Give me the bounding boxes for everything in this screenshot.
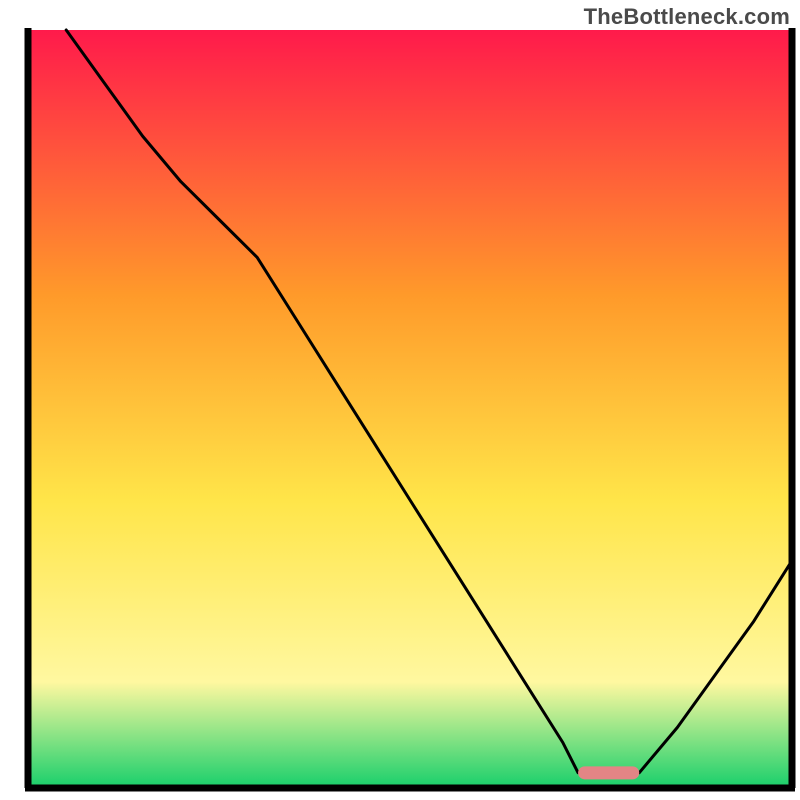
bottleneck-chart (0, 0, 800, 800)
gradient-background (28, 30, 792, 788)
chart-container: TheBottleneck.com (0, 0, 800, 800)
optimal-range-marker (578, 766, 639, 779)
